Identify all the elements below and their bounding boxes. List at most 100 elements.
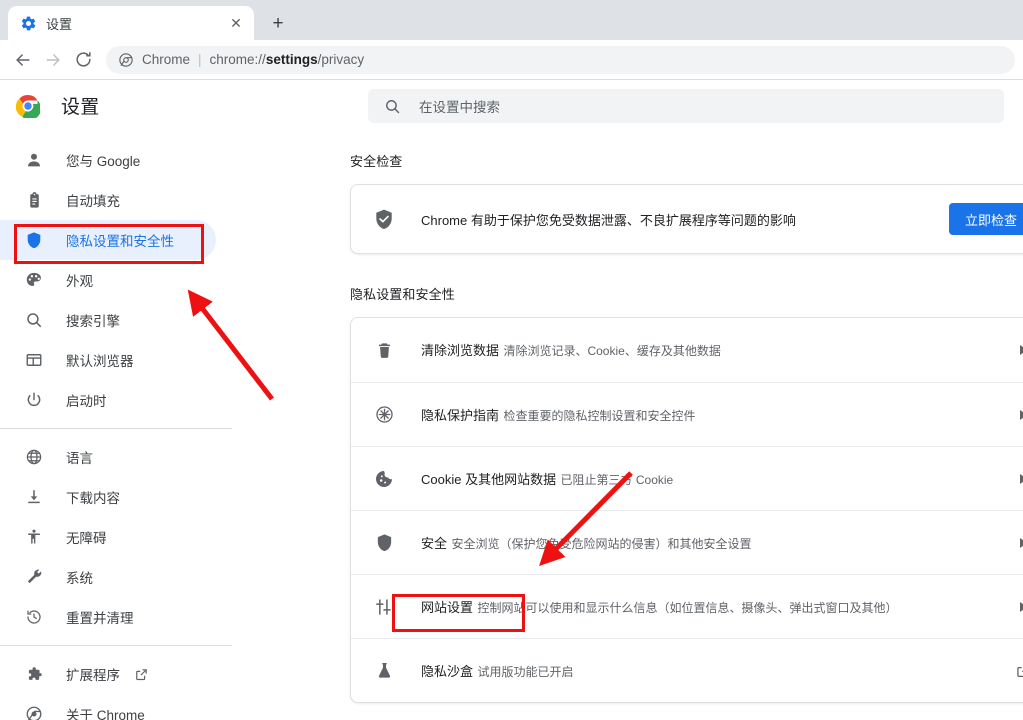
url-bold: settings [265,52,318,67]
browser-tab-settings[interactable]: 设置 ✕ [8,6,254,40]
sidebar-item-label: 无障碍 [66,531,107,546]
address-bar[interactable]: Chrome | chrome://settings/privacy [106,45,1015,74]
chevron-right-icon[interactable] [1009,537,1023,548]
chrome-circle-icon [118,52,134,68]
row-subtitle: 已阻止第三方 Cookie [560,472,674,487]
sidebar-item-languages[interactable]: 语言 [0,437,216,477]
settings-page: 设置 在设置中搜索 您与 Google 自动填充 隐私设置和安全性 外观 搜索引… [0,80,1023,720]
shield-check-icon [373,208,395,230]
back-arrow-icon[interactable] [8,45,38,75]
browser-toolbar: Chrome | chrome://settings/privacy [0,40,1023,80]
sidebar-item-search-engine[interactable]: 搜索引擎 [0,300,216,340]
sidebar-item-label: 默认浏览器 [66,354,134,369]
page-title: 设置 [61,97,100,118]
search-input[interactable]: 在设置中搜索 [368,89,1004,123]
close-icon[interactable]: ✕ [226,13,246,33]
settings-header: 设置 在设置中搜索 [0,80,1023,131]
search-placeholder: 在设置中搜索 [419,100,500,115]
sidebar-item-autofill[interactable]: 自动填充 [0,180,216,220]
history-restore-icon [24,607,44,627]
security-chip-label: Chrome [142,52,191,67]
browser-window: 设置 ✕ + Chrome | chrome://settings/privac… [0,0,1023,720]
row-title: 隐私保护指南 [421,407,500,423]
sidebar-item-appearance[interactable]: 外观 [0,260,216,300]
row-subtitle: 检查重要的隐私控制设置和安全控件 [503,408,696,423]
download-icon [24,487,44,507]
sidebar-item-reset-and-clean-up[interactable]: 重置并清理 [0,597,216,637]
search-icon [24,310,44,330]
person-icon [24,150,44,170]
sidebar-item-accessibility[interactable]: 无障碍 [0,517,216,557]
sidebar-item-default-browser[interactable]: 默认浏览器 [0,340,216,380]
safety-check-description: Chrome 有助于保护您免受数据泄露、不良扩展程序等问题的影响 [421,212,796,228]
row-clear-browsing-data[interactable]: 清除浏览数据 清除浏览记录、Cookie、缓存及其他数据 [351,318,1023,382]
sidebar-item-label: 关于 Chrome [66,708,145,720]
sidebar-divider-1 [0,428,232,429]
row-cookies-and-site-data[interactable]: Cookie 及其他网站数据 已阻止第三方 Cookie [351,446,1023,510]
sidebar-item-extensions[interactable]: 扩展程序 [0,654,216,694]
sidebar-item-system[interactable]: 系统 [0,557,216,597]
safety-check-row: Chrome 有助于保护您免受数据泄露、不良扩展程序等问题的影响 立即检查 [351,185,1023,253]
row-text: 隐私沙盒 试用版功能已开启 [421,661,1009,681]
tab-strip: 设置 ✕ + [0,0,1023,40]
wrench-icon [24,567,44,587]
sidebar-item-label: 搜索引擎 [66,314,120,329]
chevron-right-icon[interactable] [1009,409,1023,420]
puzzle-icon [24,664,44,684]
chevron-right-icon[interactable] [1009,473,1023,484]
forward-arrow-icon[interactable] [38,45,68,75]
browser-window-icon [24,350,44,370]
sidebar-item-you-and-google[interactable]: 您与 Google [0,140,216,180]
safety-check-heading: 安全检查 [350,154,403,169]
sidebar-item-on-startup[interactable]: 启动时 [0,380,216,420]
row-title: Cookie 及其他网站数据 [421,471,557,487]
external-link-icon [134,667,149,682]
row-text: 隐私保护指南 检查重要的隐私控制设置和安全控件 [421,405,1009,425]
row-site-settings[interactable]: 网站设置 控制网站可以使用和显示什么信息（如位置信息、摄像头、弹出式窗口及其他） [351,574,1023,638]
sidebar-item-label: 重置并清理 [66,611,134,626]
chrome-circle-icon [24,704,44,720]
row-text: Cookie 及其他网站数据 已阻止第三方 Cookie [421,469,1009,489]
sidebar-item-label: 启动时 [66,394,107,409]
sidebar-item-label: 下载内容 [66,491,120,506]
privacy-settings-card: 清除浏览数据 清除浏览记录、Cookie、缓存及其他数据 隐私保护指南 检查重要… [350,317,1023,703]
sidebar-item-label: 外观 [66,274,93,289]
row-text: 安全 安全浏览（保护您免受危险网站的侵害）和其他安全设置 [421,533,1009,553]
new-tab-button[interactable]: + [264,9,292,37]
row-security[interactable]: 安全 安全浏览（保护您免受危险网站的侵害）和其他安全设置 [351,510,1023,574]
chevron-right-icon[interactable] [1009,345,1023,355]
row-subtitle: 试用版功能已开启 [477,664,574,679]
row-title: 隐私沙盒 [421,663,474,679]
sidebar-item-downloads[interactable]: 下载内容 [0,477,216,517]
row-privacy-sandbox[interactable]: 隐私沙盒 试用版功能已开启 [351,638,1023,702]
sidebar-divider-2 [0,645,232,646]
row-subtitle: 安全浏览（保护您免受危险网站的侵害）和其他安全设置 [451,536,752,551]
settings-sidebar: 您与 Google 自动填充 隐私设置和安全性 外观 搜索引擎 默认浏览器 启动… [0,131,249,720]
tab-title: 设置 [46,16,73,32]
external-link-icon[interactable] [1009,663,1023,679]
accessibility-icon [24,527,44,547]
sidebar-item-about-chrome[interactable]: 关于 Chrome [0,694,216,720]
row-text: 清除浏览数据 清除浏览记录、Cookie、缓存及其他数据 [421,340,1009,360]
reload-icon[interactable] [68,45,98,75]
row-title: 安全 [421,535,448,551]
sidebar-item-label: 您与 Google [66,154,141,169]
search-icon [384,98,401,115]
sidebar-item-label: 自动填充 [66,194,120,209]
shield-icon [24,230,44,250]
sidebar-item-privacy-and-security[interactable]: 隐私设置和安全性 [0,220,216,260]
gear-icon [20,15,37,32]
url-prefix: chrome:// [209,52,266,67]
chevron-right-icon[interactable] [1009,601,1023,612]
check-now-button[interactable]: 立即检查 [948,203,1023,235]
cookie-icon [373,468,395,490]
chrome-logo [15,94,42,120]
row-privacy-guide[interactable]: 隐私保护指南 检查重要的隐私控制设置和安全控件 [351,382,1023,446]
privacy-guide-icon [373,404,395,426]
sidebar-item-label: 语言 [66,451,93,466]
settings-main-content: 安全检查 Chrome 有助于保护您免受数据泄露、不良扩展程序等问题的影响 立即… [232,131,1023,719]
sliders-icon [373,596,395,618]
shield-icon [373,532,395,554]
omnibox-url: chrome://settings/privacy [210,52,365,67]
palette-icon [24,270,44,290]
